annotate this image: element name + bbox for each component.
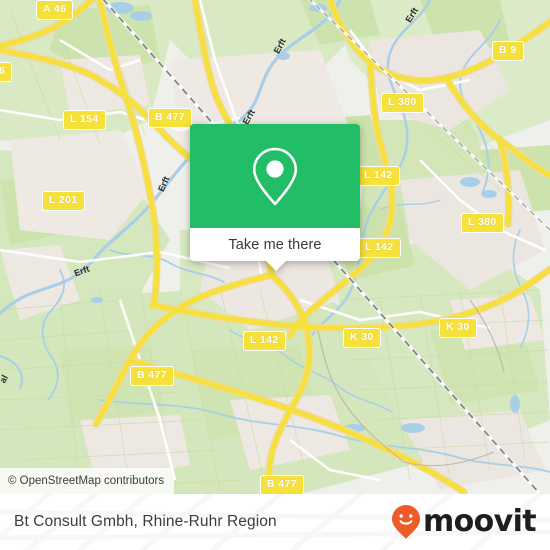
road-shield: B 477 [130,366,175,386]
road-shield: B 9 [492,41,524,61]
road-shield: L 142 [357,166,400,186]
map-attribution[interactable]: © OpenStreetMap contributors [0,468,175,494]
location-popup-card[interactable]: Take me there [190,124,360,271]
road-shield: K 30 [343,328,381,348]
road-shield: L 154 [63,110,106,130]
map-pin-icon [252,147,298,206]
road-shield: L 201 [42,191,85,211]
road-shield: B 477 [260,475,305,494]
popup-tail [266,261,286,271]
moovit-logo[interactable]: moovit [391,504,537,540]
take-me-there-label: Take me there [228,236,322,253]
moovit-smiley-pin-icon [391,505,420,539]
road-shield: 6 [0,62,13,82]
road-shield: B 477 [148,108,193,128]
road-shield: L 380 [461,213,504,233]
road-shield: L 380 [381,93,424,113]
road-shield: K 30 [439,318,477,338]
attribution-text: © OpenStreetMap contributors [8,475,165,487]
popup-icon-area [190,124,360,228]
moovit-wordmark: moovit [422,504,537,539]
map-canvas[interactable]: A 46 6 L 154 B 477 L 201 B 9 L 380 L 380… [0,0,550,494]
popup-action-area[interactable]: Take me there [190,228,360,261]
page-title: Bt Consult Gmbh, Rhine-Ruhr Region [14,513,277,530]
road-shield: L 142 [243,331,286,351]
footer-bar: Bt Consult Gmbh, Rhine-Ruhr Region moovi… [0,494,550,550]
road-shield: L 142 [358,238,401,258]
road-shield: A 46 [36,0,74,20]
